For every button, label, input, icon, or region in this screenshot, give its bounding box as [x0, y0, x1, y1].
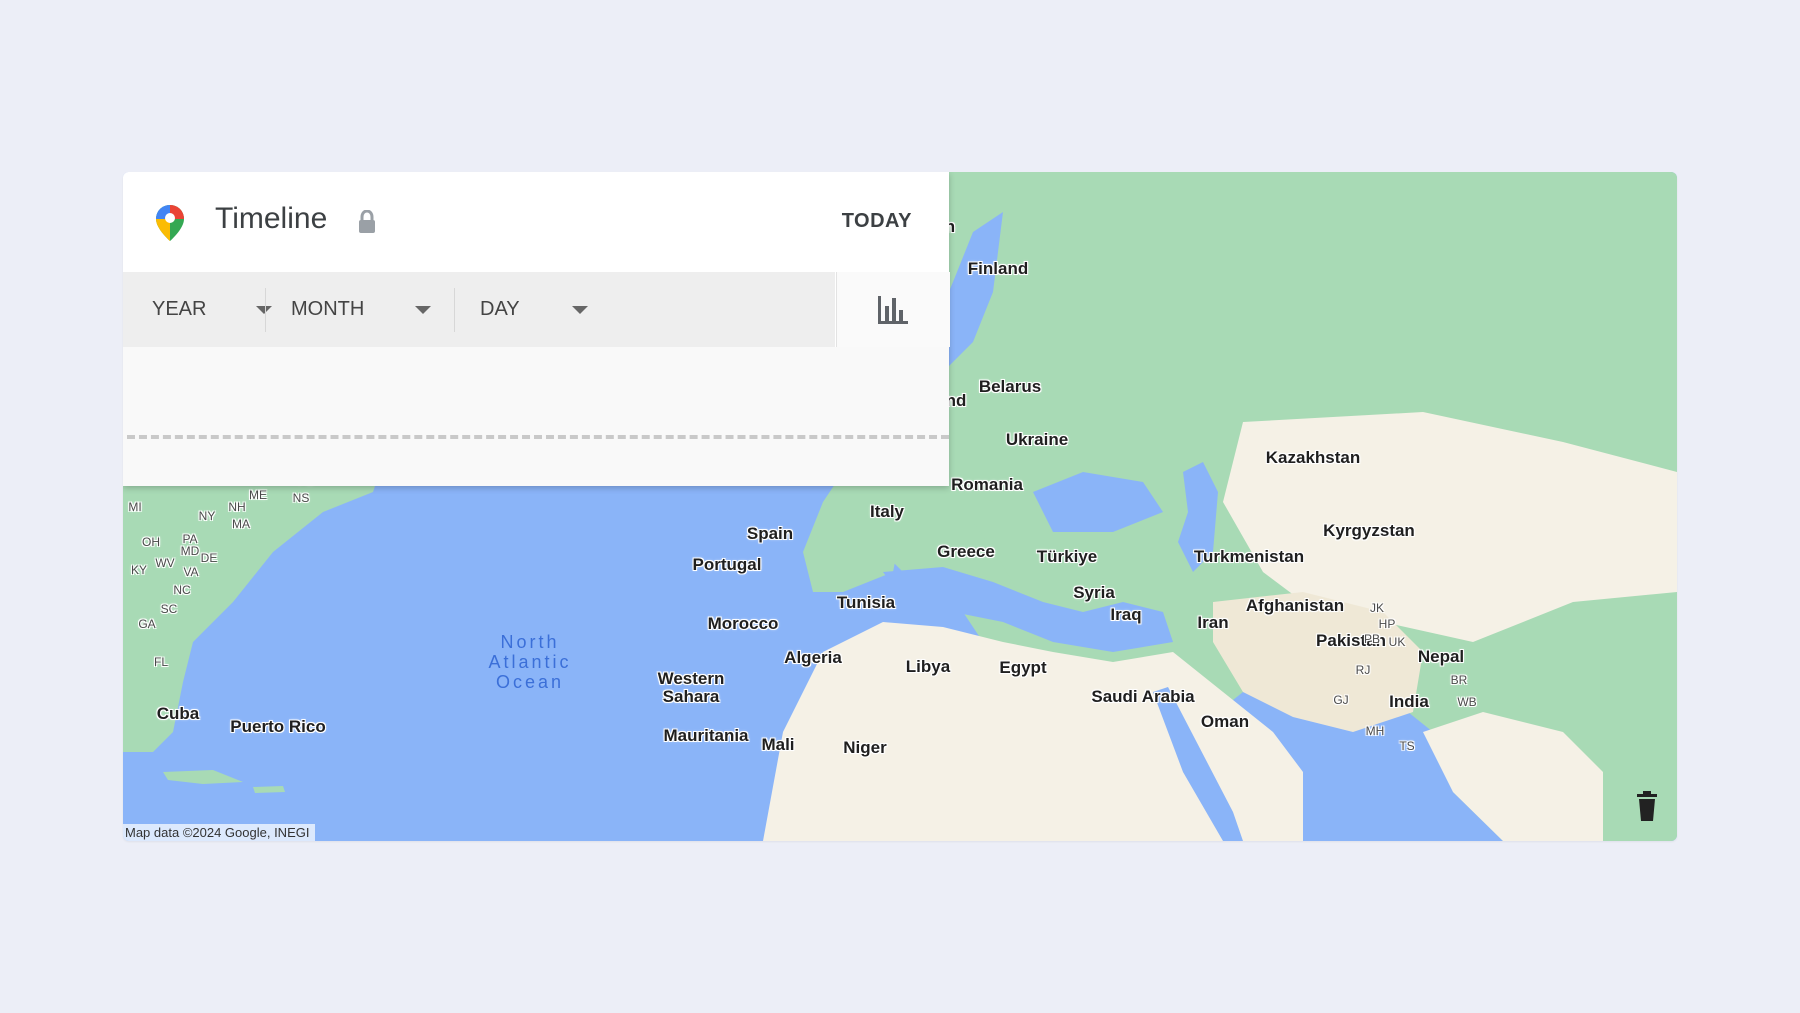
divider	[265, 288, 266, 332]
day-dropdown[interactable]: DAY	[480, 272, 600, 347]
map-label-region: RJ	[1355, 663, 1371, 677]
map-label-region: NY	[198, 509, 216, 523]
map-label-country: Tunisia	[836, 593, 896, 612]
map-label-country: Mauritania	[663, 726, 749, 745]
map-label-country: Iran	[1197, 613, 1229, 632]
maps-pin-icon	[156, 205, 184, 241]
map-label-region: OH	[142, 535, 160, 549]
map-label-country: India	[1389, 692, 1429, 711]
map-label-region: GA	[138, 617, 156, 631]
date-filter-bar: YEAR MONTH DAY	[123, 272, 835, 347]
lock-icon	[359, 210, 375, 233]
caret-down-icon	[415, 306, 431, 314]
map-label-country: Belarus	[978, 377, 1042, 396]
map-label-region: MI	[128, 500, 142, 514]
map-label-ocean: North Atlantic Ocean	[488, 632, 572, 692]
caret-down-icon	[256, 306, 272, 314]
map-label-region: NC	[173, 583, 191, 597]
map-label-country: Cuba	[156, 704, 200, 723]
map-label-country: Kyrgyzstan	[1323, 521, 1415, 540]
map-label-country: Algeria	[784, 648, 842, 667]
year-dropdown-label: YEAR	[152, 298, 207, 320]
map-label-country: Portugal	[692, 555, 762, 574]
trash-icon[interactable]	[1635, 791, 1659, 821]
map-label-region: SC	[160, 602, 178, 616]
map-label-country: Syria	[1073, 583, 1115, 602]
map-label-region: UK	[1388, 635, 1406, 649]
map-label-region: FL	[153, 655, 169, 669]
today-button[interactable]: TODAY	[842, 210, 912, 233]
map-label-country: Italy	[869, 502, 905, 521]
map-label-region: MH	[1365, 724, 1385, 738]
map-frame: SwedenFinlandNorwayDenmarkBelarusPolandG…	[123, 172, 1677, 841]
map-label-region: DE	[200, 551, 218, 565]
timeline-panel: Timeline TODAY YEAR MONTH DAY	[123, 172, 950, 486]
map-label-country: Kazakhstan	[1265, 448, 1361, 467]
map-label-country: Finland	[967, 259, 1029, 278]
map-label-region: NH	[228, 500, 246, 514]
map-label-country: Mali	[761, 735, 795, 754]
map-label-region: BR	[1450, 673, 1468, 687]
map-label-region: WB	[1457, 695, 1477, 709]
panel-header: Timeline TODAY	[123, 172, 949, 272]
divider	[454, 288, 455, 332]
year-dropdown[interactable]: YEAR	[152, 272, 276, 347]
map-label-region: MA	[232, 517, 250, 531]
map-label-region: TS	[1399, 739, 1415, 753]
map-label-region: JK	[1369, 601, 1385, 615]
map-label-region: KY	[130, 563, 148, 577]
map-label-country: Iraq	[1110, 605, 1142, 624]
map-label-region: MD	[180, 544, 200, 558]
stats-button[interactable]	[836, 272, 950, 347]
map-label-country: Oman	[1200, 712, 1250, 731]
map-label-country: Ukraine	[1005, 430, 1069, 449]
map-label-country: Nepal	[1417, 647, 1465, 666]
bar-chart-icon	[878, 296, 908, 324]
map-label-country: Saudi Arabia	[1091, 687, 1195, 706]
map-label-country: Western Sahara	[657, 669, 725, 706]
map-label-region: VA	[183, 565, 199, 579]
month-dropdown-label: MONTH	[291, 298, 365, 320]
map-label-country: Morocco	[707, 614, 779, 633]
day-dropdown-label: DAY	[480, 298, 520, 320]
map-label-country: Libya	[905, 657, 951, 676]
map-label-country: Greece	[937, 542, 995, 561]
month-dropdown[interactable]: MONTH	[291, 272, 466, 347]
map-label-region: WV	[155, 556, 175, 570]
page-title: Timeline	[215, 202, 328, 235]
map-label-country: Romania	[951, 475, 1023, 494]
map-label-country: Spain	[746, 524, 794, 543]
map-label-region: NS	[292, 491, 310, 505]
map-label-country: Turkmenistan	[1193, 547, 1305, 566]
map-label-country: Afghanistan	[1245, 596, 1345, 615]
map-label-country: Puerto Rico	[230, 717, 326, 736]
map-label-country: Türkiye	[1036, 547, 1098, 566]
caret-down-icon	[572, 306, 588, 314]
map-label-country: Niger	[843, 738, 887, 757]
timeline-body	[123, 347, 949, 486]
timeline-track	[127, 435, 949, 439]
map-label-region: ME	[249, 488, 267, 502]
map-label-region: HP	[1378, 617, 1396, 631]
map-attribution: Map data ©2024 Google, INEGI	[123, 824, 316, 841]
map-label-region: GJ	[1333, 693, 1349, 707]
map-label-region: PB	[1363, 632, 1381, 646]
map-label-country: Egypt	[999, 658, 1047, 677]
